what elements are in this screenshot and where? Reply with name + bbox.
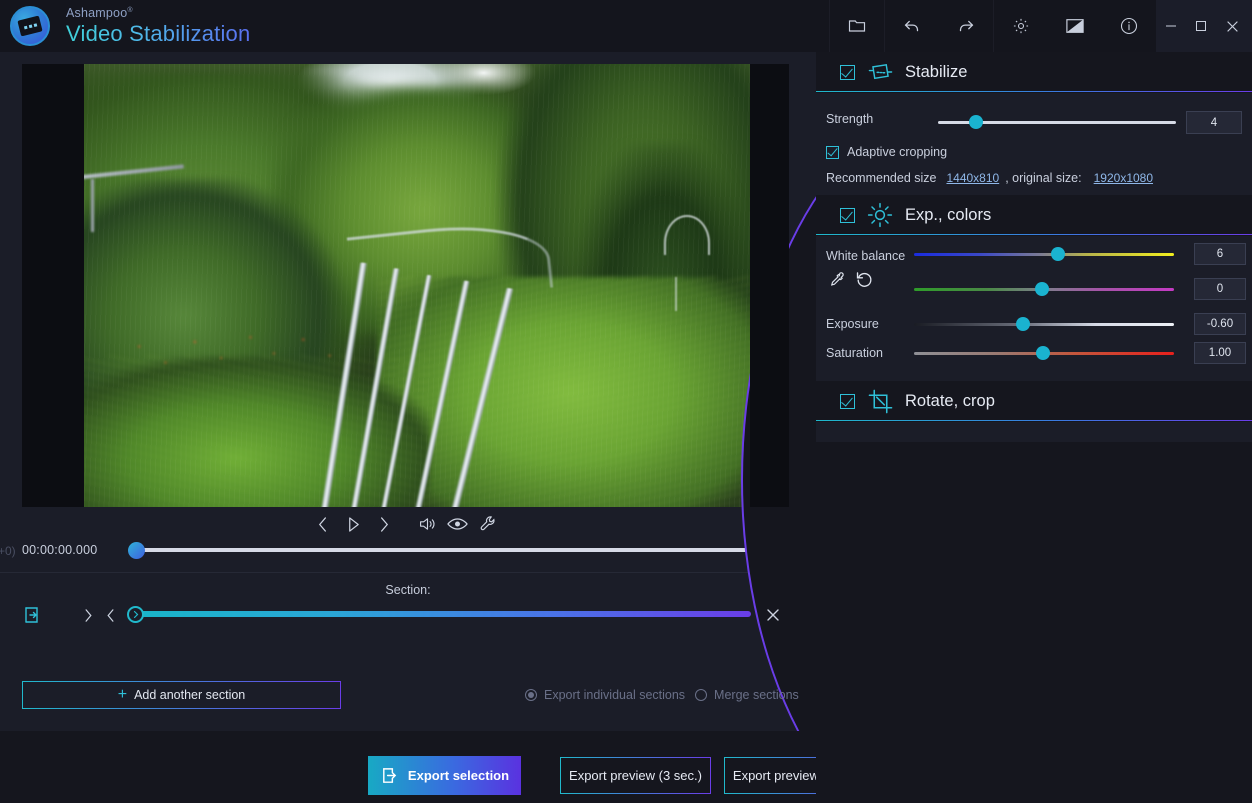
export-selection-button[interactable]: Export selection — [368, 756, 521, 795]
radio-merge-sections[interactable]: Merge sections — [695, 688, 799, 702]
panel-header-stabilize[interactable]: Stabilize — [816, 52, 1252, 93]
rotate-crop-title: Rotate, crop — [905, 392, 995, 411]
split-section-icon[interactable] — [22, 605, 42, 625]
previous-marker-icon[interactable] — [101, 605, 121, 625]
exposure-title: Exp., colors — [905, 206, 991, 225]
add-section-label: Add another section — [134, 688, 245, 702]
strength-slider-handle[interactable] — [969, 115, 983, 129]
rotate-crop-body — [816, 422, 1252, 442]
window-controls — [1156, 0, 1252, 52]
panel-header-exposure[interactable]: Exp., colors — [816, 195, 1252, 236]
crop-icon — [867, 388, 893, 414]
strength-value[interactable]: 4 — [1186, 111, 1242, 134]
close-button[interactable] — [1216, 0, 1248, 52]
section-range-track[interactable] — [135, 611, 751, 617]
eyedropper-icon[interactable] — [828, 271, 846, 289]
add-another-section-button[interactable]: + Add another section — [22, 681, 341, 709]
original-size-label: , original size: — [1005, 171, 1081, 185]
saturation-value[interactable]: 1.00 — [1194, 342, 1246, 364]
ashampoo-logo-icon — [10, 6, 50, 46]
original-size-link[interactable]: 1920x1080 — [1094, 171, 1153, 185]
section-label: Section: — [0, 583, 816, 597]
exposure-body: White balance 6 0 Exposure -0.60 Saturat… — [816, 236, 1252, 381]
exposure-slider-handle[interactable] — [1016, 317, 1030, 331]
undo-button[interactable] — [885, 0, 939, 52]
plus-icon: + — [118, 687, 127, 703]
tools-wrench-icon[interactable] — [473, 510, 503, 538]
panel-header-rotate-crop[interactable]: Rotate, crop — [816, 381, 1252, 422]
stabilize-title: Stabilize — [905, 63, 967, 82]
white-balance-temperature-track[interactable] — [914, 253, 1174, 256]
strength-label: Strength — [826, 112, 873, 126]
play-icon[interactable] — [339, 510, 369, 538]
title-bar: Ashampoo® Video Stabilization — [0, 0, 1252, 52]
recommended-size-link[interactable]: 1440x810 — [946, 171, 999, 185]
pillarbox-right — [750, 64, 789, 507]
export-mode-radios: Export individual sections Merge section… — [525, 688, 799, 702]
app-window: Ashampoo® Video Stabilization — [0, 0, 1252, 803]
timecode-display: 00:00:00.000 — [22, 543, 97, 557]
size-recommendation-row: Recommended size 1440x810 , original siz… — [826, 171, 1153, 185]
effects-panel: Stabilize Strength 4 Adaptive cropping R… — [816, 52, 1252, 803]
scrub-track[interactable] — [136, 548, 752, 552]
exposure-slider-track[interactable] — [914, 323, 1174, 326]
next-frame-icon[interactable] — [369, 510, 399, 538]
saturation-label: Saturation — [826, 346, 883, 360]
timeline-divider — [0, 572, 816, 573]
video-frame-image — [84, 64, 750, 507]
recommended-size-label: Recommended size — [826, 171, 936, 185]
info-icon[interactable] — [1102, 0, 1156, 52]
remove-section-icon[interactable] — [765, 607, 781, 623]
stabilize-body: Strength 4 Adaptive cropping Recommended… — [816, 93, 1252, 195]
export-icon — [380, 766, 399, 785]
edge-partial-text: +0) — [0, 544, 16, 558]
white-balance-temperature-handle[interactable] — [1051, 247, 1065, 261]
reset-white-balance-icon[interactable] — [855, 270, 874, 289]
brand-name: Ashampoo — [66, 6, 127, 20]
registered-mark: ® — [127, 7, 132, 14]
stabilize-icon — [867, 59, 893, 85]
brightness-sun-icon — [867, 202, 893, 228]
checkbox-checked-icon — [826, 146, 839, 159]
radio-unselected-icon — [695, 689, 707, 701]
white-balance-label: White balance — [826, 249, 905, 263]
export-preview-3sec-button[interactable]: Export preview (3 sec.) — [560, 757, 711, 794]
minimize-button[interactable] — [1156, 0, 1186, 52]
radio-selected-icon — [525, 689, 537, 701]
saturation-slider-handle[interactable] — [1036, 346, 1050, 360]
white-balance-tint-handle[interactable] — [1035, 282, 1049, 296]
open-file-button[interactable] — [830, 0, 884, 52]
next-marker-icon[interactable] — [78, 605, 98, 625]
previous-frame-icon[interactable] — [309, 510, 339, 538]
exposure-value[interactable]: -0.60 — [1194, 313, 1246, 335]
editor-area: 00:00:00.000 +0) Section: + Add another … — [0, 52, 816, 731]
radio-export-individual-sections[interactable]: Export individual sections — [525, 688, 685, 702]
section-start-handle[interactable] — [127, 606, 144, 623]
scrub-handle[interactable] — [128, 542, 145, 559]
maximize-button[interactable] — [1186, 0, 1216, 52]
levels-curve-icon[interactable] — [1048, 0, 1102, 52]
radio-merge-label: Merge sections — [714, 688, 799, 702]
eye-preview-icon[interactable] — [443, 510, 473, 538]
exposure-enable-checkbox[interactable] — [840, 208, 855, 223]
app-title: Video Stabilization — [66, 23, 250, 45]
volume-icon[interactable] — [413, 510, 443, 538]
radio-export-individual-label: Export individual sections — [544, 688, 685, 702]
media-controls — [22, 509, 789, 539]
video-preview[interactable] — [22, 64, 789, 507]
brand: Ashampoo® Video Stabilization — [66, 7, 250, 45]
white-balance-tint-value[interactable]: 0 — [1194, 278, 1246, 300]
settings-gear-icon[interactable] — [994, 0, 1048, 52]
export-selection-label: Export selection — [408, 768, 509, 783]
adaptive-cropping-label: Adaptive cropping — [847, 145, 947, 159]
stabilize-enable-checkbox[interactable] — [840, 65, 855, 80]
adaptive-cropping-checkbox[interactable]: Adaptive cropping — [826, 145, 947, 159]
app-logo — [4, 6, 56, 46]
titlebar-actions — [829, 0, 1252, 52]
white-balance-temperature-value[interactable]: 6 — [1194, 243, 1246, 265]
rotate-crop-enable-checkbox[interactable] — [840, 394, 855, 409]
pillarbox-left — [22, 64, 84, 507]
exposure-label: Exposure — [826, 317, 879, 331]
redo-button[interactable] — [939, 0, 993, 52]
